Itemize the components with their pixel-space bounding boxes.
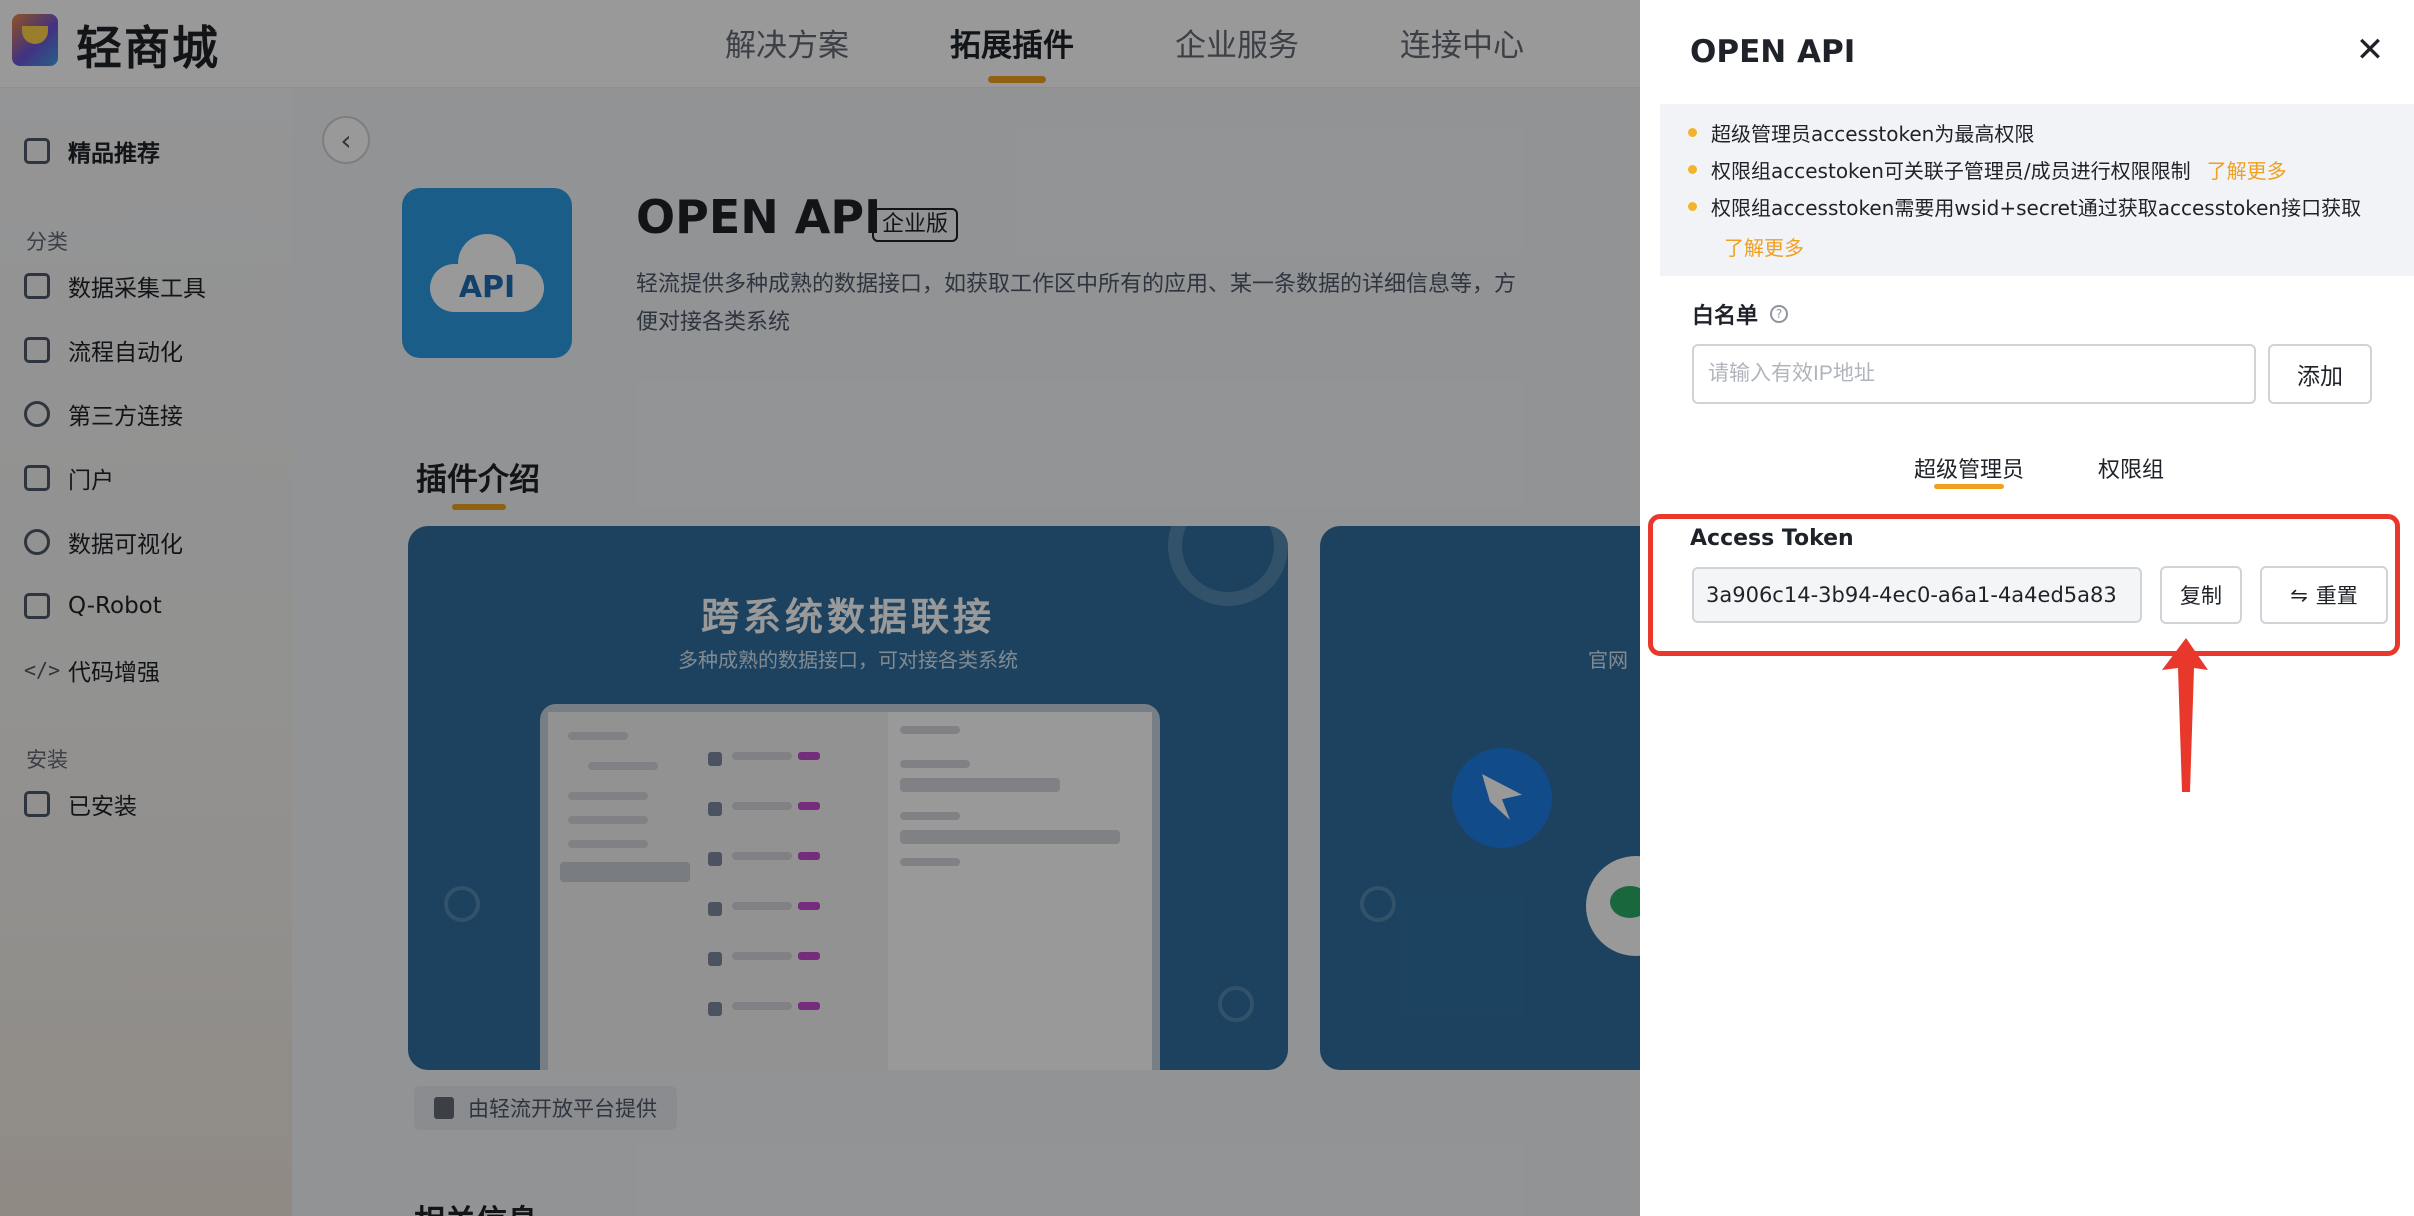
help-icon[interactable]: ? bbox=[1770, 305, 1789, 323]
bullet-icon bbox=[1688, 128, 1697, 137]
annotation-arrow-icon bbox=[2162, 638, 2208, 792]
close-icon[interactable]: ✕ bbox=[2350, 30, 2390, 70]
whitelist-label-text: 白名单 bbox=[1692, 304, 1759, 329]
access-token-label: Access Token bbox=[1690, 526, 1854, 551]
notice-panel: 超级管理员accesstoken为最高权限 权限组accestoken可关联子管… bbox=[1660, 104, 2414, 276]
copy-button[interactable]: 复制 bbox=[2160, 566, 2242, 624]
notice-item: 权限组accestoken可关联子管理员/成员进行权限限制 了解更多 bbox=[1688, 155, 2287, 184]
reset-button[interactable]: ⇋ 重置 bbox=[2260, 566, 2388, 624]
ip-address-input[interactable] bbox=[1692, 344, 2256, 404]
learn-more-link[interactable]: 了解更多 bbox=[2207, 155, 2287, 184]
notice-text: 超级管理员accesstoken为最高权限 bbox=[1711, 122, 2035, 146]
notice-text: 权限组accesstoken需要用wsid+secret通过获取accessto… bbox=[1711, 196, 2362, 220]
add-button[interactable]: 添加 bbox=[2268, 344, 2372, 404]
tab-super-admin[interactable]: 超级管理员 bbox=[1914, 452, 2024, 484]
notice-item: 权限组accesstoken需要用wsid+secret通过获取accessto… bbox=[1688, 192, 2361, 221]
learn-more-link[interactable]: 了解更多 bbox=[1724, 232, 1804, 261]
modal-overlay[interactable] bbox=[0, 0, 1640, 1216]
notice-text: 权限组accestoken可关联子管理员/成员进行权限限制 bbox=[1711, 159, 2191, 183]
drawer-title: OPEN API bbox=[1690, 34, 1856, 70]
tab-active-underline bbox=[1934, 484, 2004, 489]
bullet-icon bbox=[1688, 165, 1697, 174]
reset-label: 重置 bbox=[2315, 585, 2358, 608]
open-api-drawer: OPEN API ✕ 超级管理员accesstoken为最高权限 权限组acce… bbox=[1640, 0, 2414, 1216]
swap-icon: ⇋ bbox=[2290, 583, 2308, 607]
tab-permission-group[interactable]: 权限组 bbox=[2098, 452, 2164, 484]
access-token-field[interactable]: 3a906c14-3b94-4ec0-a6a1-4a4ed5a83 bbox=[1692, 567, 2142, 623]
whitelist-label: 白名单 ? bbox=[1692, 298, 1789, 330]
notice-item: 超级管理员accesstoken为最高权限 bbox=[1688, 118, 2034, 147]
bullet-icon bbox=[1688, 202, 1697, 211]
